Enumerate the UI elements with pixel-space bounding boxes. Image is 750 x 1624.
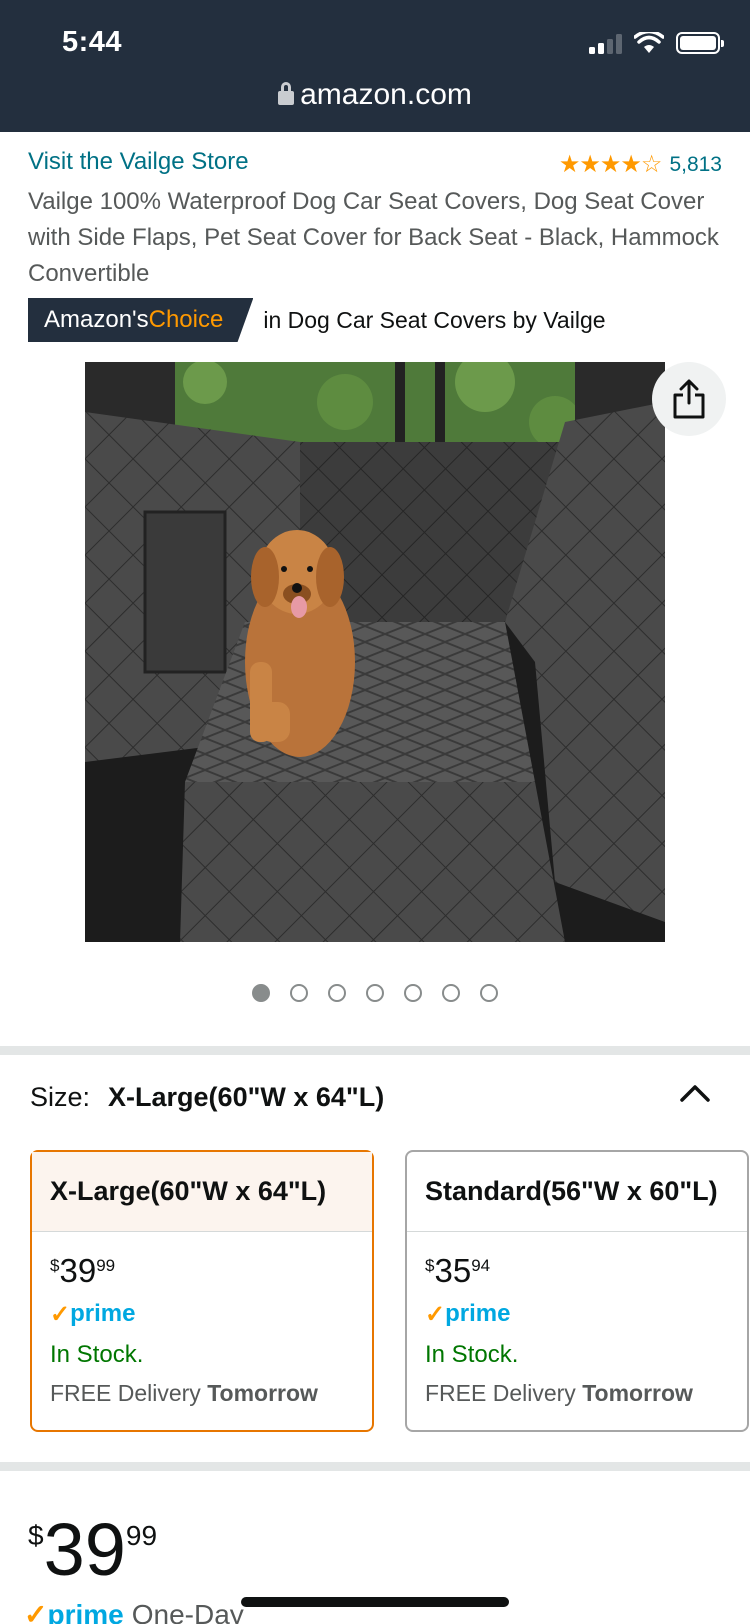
section-divider bbox=[0, 1046, 750, 1055]
product-image[interactable] bbox=[85, 362, 665, 942]
battery-icon bbox=[676, 32, 724, 54]
wifi-icon bbox=[634, 32, 664, 53]
size-selector-header[interactable]: Size: X-Large(60"W x 64"L) bbox=[30, 1082, 384, 1113]
option-name: Standard(56"W x 60"L) bbox=[407, 1152, 747, 1232]
star-rating-icon: ★★★★☆ bbox=[558, 151, 663, 178]
delivery-info: FREE Delivery Tomorrow bbox=[425, 1380, 693, 1406]
share-icon bbox=[673, 379, 705, 419]
section-divider bbox=[0, 1462, 750, 1471]
browser-top-bar: 5:44 amazon.com bbox=[0, 0, 750, 132]
image-pagination bbox=[0, 984, 750, 1002]
prime-check-icon: ✓ bbox=[50, 1300, 71, 1328]
main-price: $39 99 bbox=[28, 1508, 158, 1591]
image-dot-1[interactable] bbox=[252, 984, 270, 1002]
stock-status: In Stock. bbox=[425, 1341, 519, 1368]
size-selected-value: X-Large(60"W x 64"L) bbox=[108, 1082, 385, 1112]
image-dot-4[interactable] bbox=[366, 984, 384, 1002]
badge-prefix: Amazon's bbox=[44, 306, 149, 333]
signal-icon bbox=[589, 32, 622, 54]
amazons-choice-badge: Amazon's Choice bbox=[28, 298, 254, 342]
image-dot-7[interactable] bbox=[480, 984, 498, 1002]
size-option-standard[interactable]: Standard(56"W x 60"L) $35 94 ✓ prime In St… bbox=[405, 1150, 749, 1432]
rating-count: 5,813 bbox=[669, 152, 722, 176]
status-icons bbox=[589, 32, 724, 54]
option-name: X-Large(60"W x 64"L) bbox=[32, 1152, 372, 1232]
size-label: Size: bbox=[30, 1082, 91, 1112]
lock-icon bbox=[278, 82, 295, 105]
product-rating[interactable]: ★★★★☆ 5,813 bbox=[559, 150, 722, 179]
chevron-up-icon[interactable] bbox=[678, 1082, 712, 1104]
badge-category[interactable]: in Dog Car Seat Covers by Vailge bbox=[263, 307, 605, 334]
stock-status: In Stock. bbox=[50, 1341, 144, 1368]
home-indicator[interactable] bbox=[241, 1597, 509, 1607]
amazons-choice-row: Amazon's Choice in Dog Car Seat Covers by… bbox=[28, 298, 606, 342]
option-price: $39 99 bbox=[50, 1252, 116, 1289]
url-domain: amazon.com bbox=[300, 78, 472, 111]
share-button[interactable] bbox=[652, 362, 726, 436]
url-bar[interactable]: amazon.com bbox=[0, 78, 750, 112]
prime-check-icon: ✓ bbox=[24, 1599, 48, 1624]
prime-badge: ✓ prime bbox=[50, 1300, 136, 1328]
size-option-xlarge[interactable]: X-Large(60"W x 64"L) $39 99 ✓ prime In Sto… bbox=[30, 1150, 374, 1432]
prime-one-day-badge: ✓ prime One-Day bbox=[24, 1598, 244, 1624]
image-dot-2[interactable] bbox=[290, 984, 308, 1002]
image-dot-6[interactable] bbox=[442, 984, 460, 1002]
option-price: $35 94 bbox=[425, 1252, 491, 1289]
prime-check-icon: ✓ bbox=[425, 1300, 446, 1328]
product-title: Vailge 100% Waterproof Dog Car Seat Cove… bbox=[28, 188, 719, 287]
prime-badge: ✓ prime bbox=[425, 1300, 511, 1328]
visit-store-link[interactable]: Visit the Vailge Store bbox=[28, 148, 249, 176]
status-time: 5:44 bbox=[62, 26, 123, 58]
seat-cover-image bbox=[85, 362, 665, 942]
image-dot-3[interactable] bbox=[328, 984, 346, 1002]
badge-choice: Choice bbox=[148, 306, 224, 333]
image-dot-5[interactable] bbox=[404, 984, 422, 1002]
delivery-info: FREE Delivery Tomorrow bbox=[50, 1380, 318, 1406]
